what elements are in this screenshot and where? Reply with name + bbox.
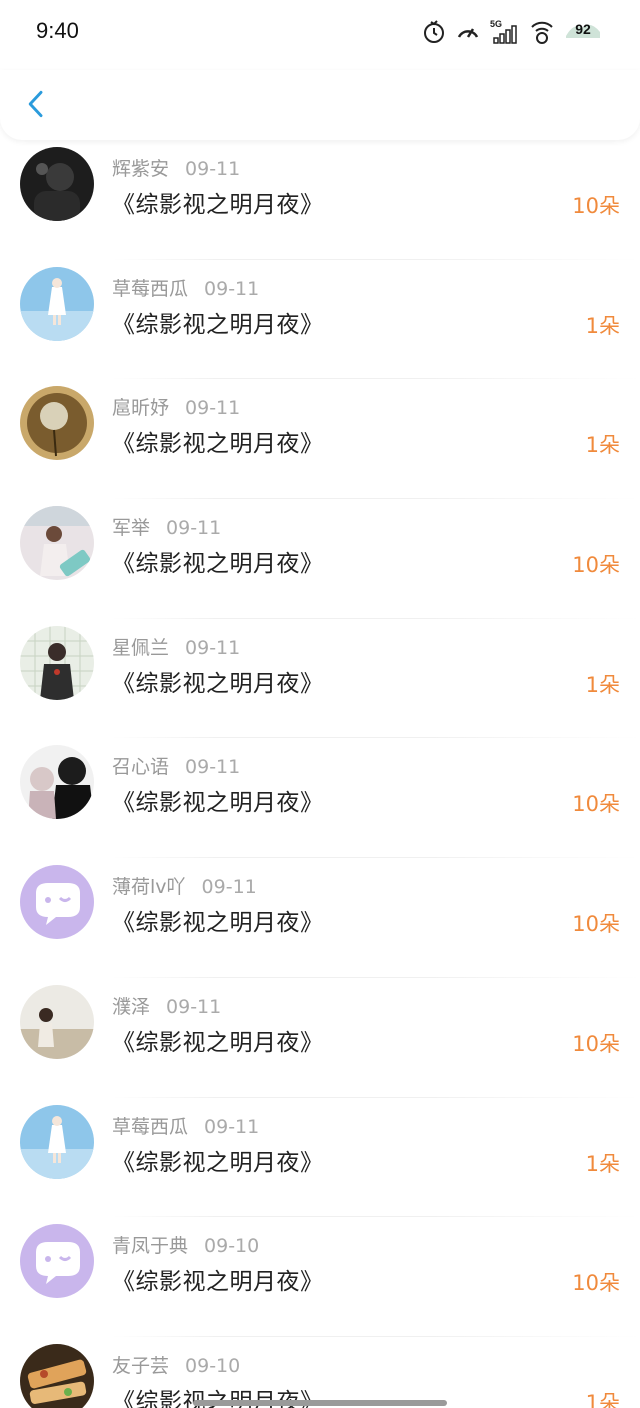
avatar[interactable] [20,984,94,1059]
list-item[interactable]: 军举 09-11 《综影视之明月夜》 10朵 [0,499,640,619]
item-meta: 星佩兰 09-11 [112,633,240,660]
date: 09-11 [185,397,241,420]
list-item[interactable]: 草莓西瓜 09-11 《综影视之明月夜》 1朵 [0,1098,640,1218]
book-title: 《综影视之明月夜》 [112,1149,324,1176]
flower-amount: 1朵 [585,313,620,338]
list-item[interactable]: 草莓西瓜 09-11 《综影视之明月夜》 1朵 [0,260,640,380]
nav-bar [0,70,640,140]
list-item[interactable]: 濮泽 09-11 《综影视之明月夜》 10朵 [0,978,640,1098]
flower-amount: 10朵 [572,1271,620,1296]
item-meta: 军举 09-11 [112,513,221,540]
book-title: 《综影视之明月夜》 [112,311,324,338]
list-item[interactable]: 辉紫安 09-11 《综影视之明月夜》 10朵 [0,140,640,260]
list-item[interactable]: 青凤于典 09-10 《综影视之明月夜》 10朵 [0,1217,640,1337]
date: 09-11 [185,756,241,779]
speed-icon [456,18,480,44]
date: 09-11 [204,1115,260,1138]
avatar[interactable] [20,745,94,820]
date: 09-10 [185,1354,241,1377]
flower-amount: 10朵 [572,1031,620,1056]
book-title: 《综影视之明月夜》 [112,431,324,458]
avatar[interactable] [20,386,94,461]
flower-amount: 10朵 [572,194,620,218]
flower-amount: 1朵 [585,1151,620,1176]
item-meta: 友子芸 09-10 [112,1351,240,1378]
username[interactable]: 友子芸 [112,1355,169,1377]
svg-text:5G: 5G [490,19,502,29]
username[interactable]: 扈昕妤 [112,397,169,419]
username[interactable]: 星佩兰 [112,637,169,659]
list-item[interactable]: 召心语 09-11 《综影视之明月夜》 10朵 [0,738,640,859]
username[interactable]: 军举 [112,517,150,539]
gift-record-list: 辉紫安 09-11 《综影视之明月夜》 10朵 草莓西瓜 09-11 《综影视之明月夜》 1朵… [0,140,640,1408]
status-icons: 5G 92 [422,18,602,44]
username[interactable]: 草莓西瓜 [112,278,188,300]
battery-icon: 92 [564,18,602,44]
book-title: 《综影视之明月夜》 [112,192,324,218]
item-meta: 草莓西瓜 09-11 [112,274,259,301]
avatar[interactable] [20,1343,94,1408]
avatar[interactable] [20,506,94,581]
date: 09-11 [185,158,241,180]
date: 09-11 [166,995,222,1018]
item-meta: 濮泽 09-11 [112,992,221,1019]
avatar[interactable] [20,1224,94,1299]
list-item[interactable]: 友子芸 09-10 《综影视之明月夜》 1朵 [0,1337,640,1408]
status-time: 9:40 [36,18,79,43]
book-title: 《综影视之明月夜》 [112,1269,324,1296]
item-meta: 草莓西瓜 09-11 [112,1112,259,1139]
battery-level: 92 [575,21,591,37]
date: 09-10 [204,1235,260,1258]
book-title: 《综影视之明月夜》 [112,1029,324,1056]
username[interactable]: 草莓西瓜 [112,1116,188,1138]
book-title: 《综影视之明月夜》 [112,551,324,578]
signal-5g-icon: 5G [490,18,520,44]
book-title: 《综影视之明月夜》 [112,910,324,937]
flower-amount: 1朵 [585,1390,620,1408]
wifi-icon [530,18,554,44]
list-item[interactable]: 星佩兰 09-11 《综影视之明月夜》 1朵 [0,619,640,739]
username[interactable]: 濮泽 [112,996,150,1018]
flower-amount: 10朵 [572,912,620,937]
avatar[interactable] [20,865,94,940]
item-meta: 青凤于典 09-10 [112,1231,259,1258]
list-item[interactable]: 薄荷lv吖 09-11 《综影视之明月夜》 10朵 [0,858,640,978]
flower-amount: 10朵 [572,792,620,817]
item-meta: 召心语 09-11 [112,752,240,779]
timer-icon [422,18,446,44]
date: 09-11 [185,636,241,659]
chevron-left-icon [28,90,43,118]
status-bar: 9:40 5G 92 [0,0,640,70]
home-indicator [193,1400,447,1406]
book-title: 《综影视之明月夜》 [112,790,324,817]
item-meta: 扈昕妤 09-11 [112,393,240,420]
username[interactable]: 召心语 [112,756,169,778]
date: 09-11 [204,277,260,300]
avatar[interactable] [20,266,94,341]
avatar[interactable] [20,147,94,221]
list-item[interactable]: 扈昕妤 09-11 《综影视之明月夜》 1朵 [0,379,640,500]
flower-amount: 10朵 [572,553,620,578]
flower-amount: 1朵 [585,672,620,697]
username[interactable]: 青凤于典 [112,1235,188,1257]
item-meta: 辉紫安 09-11 [112,154,240,181]
flower-amount: 1朵 [585,433,620,458]
username[interactable]: 薄荷lv吖 [112,876,186,898]
avatar[interactable] [20,1104,94,1179]
back-button[interactable] [16,82,56,126]
book-title: 《综影视之明月夜》 [112,670,324,697]
date: 09-11 [166,517,222,540]
date: 09-11 [201,876,257,899]
username[interactable]: 辉紫安 [112,158,169,180]
avatar[interactable] [20,625,94,700]
item-meta: 薄荷lv吖 09-11 [112,872,257,899]
